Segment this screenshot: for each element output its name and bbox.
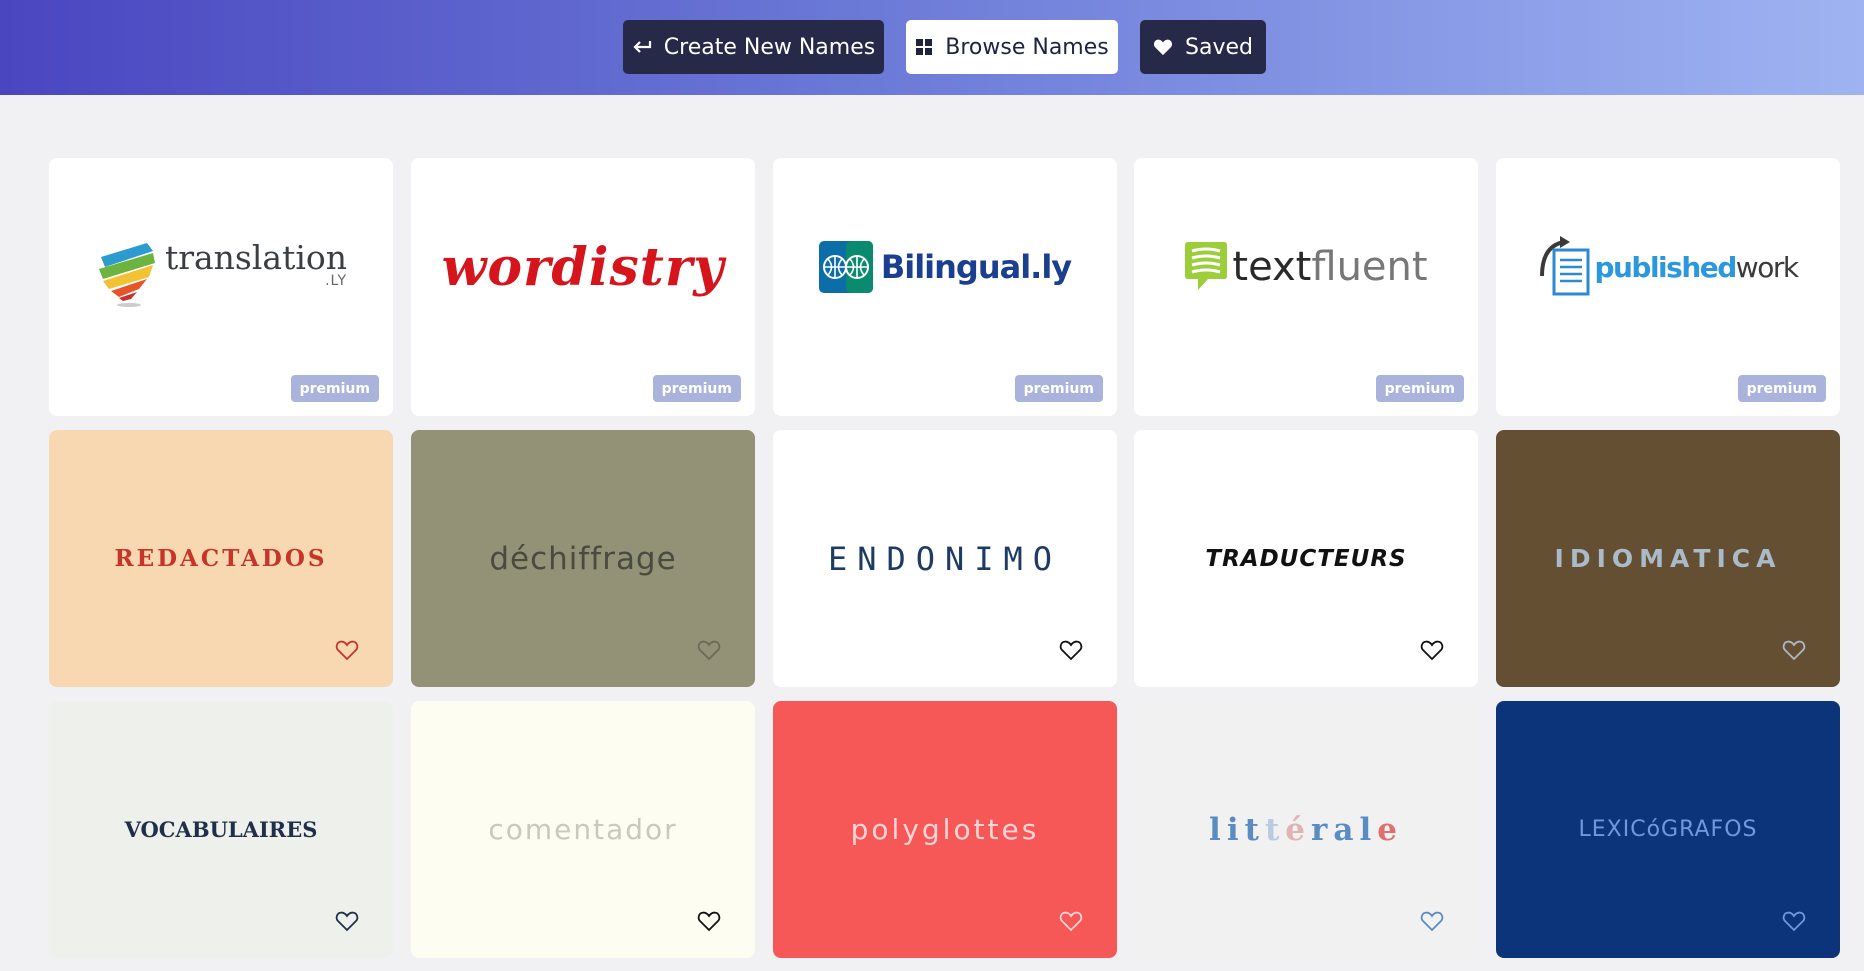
save-heart-icon[interactable]	[335, 910, 359, 932]
textfluent-logo-text-part1: text	[1232, 244, 1312, 290]
save-heart-icon[interactable]	[1420, 910, 1444, 932]
premium-badge: premium	[652, 375, 741, 402]
premium-badge: premium	[290, 375, 379, 402]
name-card[interactable]: VOCABULAIRES	[49, 701, 393, 958]
saved-label: Saved	[1185, 34, 1253, 60]
name-card[interactable]: déchiffrage	[411, 430, 755, 687]
save-heart-icon[interactable]	[697, 639, 721, 661]
return-arrow-icon	[632, 39, 652, 55]
name-card[interactable]: Bilingual.ly premium	[773, 158, 1117, 416]
name-card[interactable]: comentador	[411, 701, 755, 958]
browse-names-button[interactable]: Browse Names	[906, 20, 1118, 74]
save-heart-icon[interactable]	[335, 639, 359, 661]
translation-logo: translation .LY	[49, 158, 393, 376]
translation-logo-text: translation	[164, 237, 348, 277]
save-heart-icon[interactable]	[1059, 639, 1083, 661]
saved-button[interactable]: Saved	[1140, 20, 1266, 74]
textfluent-logo: text fluent	[1134, 158, 1478, 376]
name-card[interactable]: text fluent premium	[1134, 158, 1478, 416]
premium-badge: premium	[1737, 375, 1826, 402]
name-card[interactable]: ENDONIMO	[773, 430, 1117, 687]
browse-names-label: Browse Names	[945, 34, 1109, 60]
premium-badge: premium	[1014, 375, 1103, 402]
create-new-names-button[interactable]: Create New Names	[623, 20, 884, 74]
name-card[interactable]: REDACTADOS	[49, 430, 393, 687]
save-heart-icon[interactable]	[1059, 910, 1083, 932]
textfluent-logo-text-part2: fluent	[1311, 244, 1428, 290]
save-heart-icon[interactable]	[1782, 910, 1806, 932]
brand-name-text: littérale	[1209, 811, 1403, 848]
name-card[interactable]: polyglottes	[773, 701, 1117, 958]
name-card[interactable]: LEXICóGRAFOS	[1496, 701, 1840, 958]
wordistry-logo-text: wordistry	[441, 236, 725, 298]
save-heart-icon[interactable]	[1420, 639, 1444, 661]
name-card[interactable]: littérale	[1134, 701, 1478, 958]
bilingual-globes-icon	[818, 241, 873, 293]
grid-icon	[915, 38, 933, 56]
publishedwork-logo-text-part1: published	[1594, 250, 1737, 284]
translation-globe-icon	[98, 243, 155, 307]
publishedwork-logo: published work	[1496, 158, 1840, 376]
name-card[interactable]: TRADUCTEURS	[1134, 430, 1478, 687]
bilingual-logo-text: Bilingual.ly	[880, 248, 1072, 286]
name-card[interactable]: wordistry premium	[411, 158, 755, 416]
create-new-names-label: Create New Names	[663, 34, 876, 60]
premium-badge: premium	[1375, 375, 1464, 402]
wordistry-logo: wordistry	[411, 158, 755, 376]
heart-icon	[1153, 38, 1173, 56]
name-card[interactable]: published work premium	[1496, 158, 1840, 416]
save-heart-icon[interactable]	[1782, 639, 1806, 661]
speech-bubble-icon	[1185, 242, 1228, 290]
translation-logo-suffix: .LY	[325, 272, 348, 289]
publishedwork-logo-text-part2: work	[1735, 250, 1799, 284]
document-arrow-icon	[1540, 236, 1590, 296]
bilingual-logo: Bilingual.ly	[773, 158, 1117, 376]
top-navigation-bar: Create New Names Browse Names Saved	[0, 0, 1864, 95]
name-card[interactable]: IDIOMATICA	[1496, 430, 1840, 687]
name-card[interactable]: translation .LY premium	[49, 158, 393, 416]
save-heart-icon[interactable]	[697, 910, 721, 932]
